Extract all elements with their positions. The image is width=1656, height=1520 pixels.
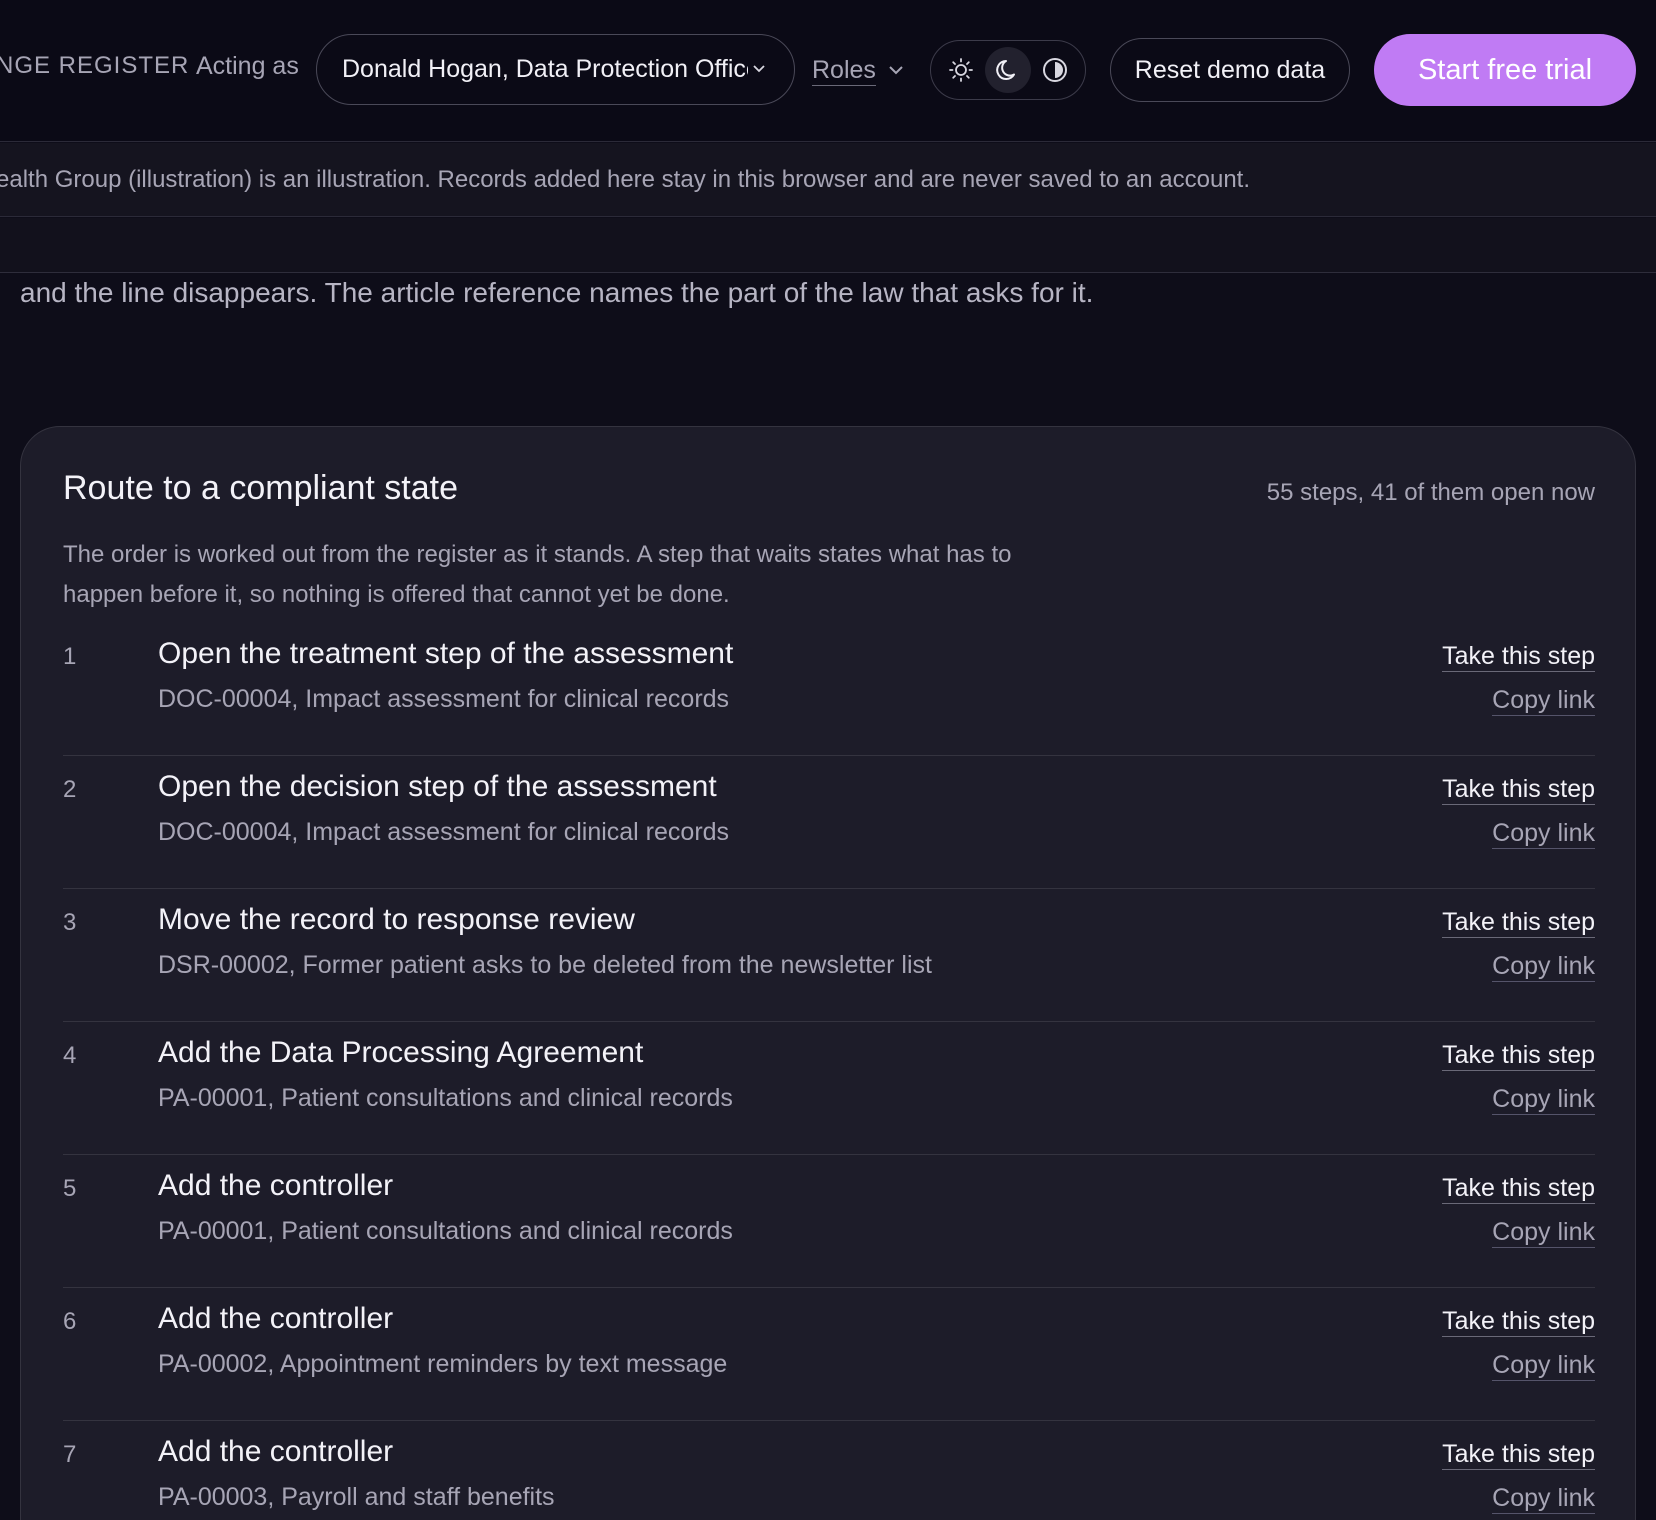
- take-step-link[interactable]: Take this step: [1442, 774, 1595, 805]
- sun-icon[interactable]: [938, 47, 984, 93]
- step-record: DOC-00004, Impact assessment for clinica…: [158, 818, 730, 846]
- take-step-link[interactable]: Take this step: [1442, 641, 1595, 672]
- top-bar: NGE REGISTER Acting as Donald Hogan, Dat…: [0, 0, 1656, 142]
- step-number: 6: [63, 1308, 77, 1335]
- reset-demo-button[interactable]: Reset demo data: [1110, 38, 1350, 102]
- acting-as-label: Acting as: [196, 52, 299, 80]
- take-step-link[interactable]: Take this step: [1442, 1306, 1595, 1337]
- step-record: DOC-00004, Impact assessment for clinica…: [158, 685, 730, 713]
- app-brand[interactable]: NGE REGISTER: [0, 52, 189, 80]
- start-trial-button[interactable]: Start free trial: [1374, 34, 1636, 106]
- take-step-link[interactable]: Take this step: [1442, 1040, 1595, 1071]
- step-number: 7: [63, 1441, 77, 1468]
- chevron-down-icon: [888, 60, 904, 80]
- step-number: 5: [63, 1175, 77, 1202]
- step-number: 3: [63, 909, 77, 936]
- roles-label: Roles: [812, 55, 876, 86]
- copy-link[interactable]: Copy link: [1492, 1483, 1595, 1514]
- list-item: 2 Open the decision step of the assessme…: [63, 756, 1595, 889]
- route-step-count: 55 steps, 41 of them open now: [1266, 479, 1595, 506]
- route-title: Route to a compliant state: [63, 469, 459, 507]
- list-item: 7 Add the controller PA-00003, Payroll a…: [63, 1421, 1595, 1520]
- take-step-link[interactable]: Take this step: [1442, 907, 1595, 938]
- list-item: 4 Add the Data Processing Agreement PA-0…: [63, 1022, 1595, 1155]
- intro-text: and the line disappears. The article ref…: [20, 277, 1094, 308]
- moon-icon[interactable]: [984, 47, 1031, 93]
- step-list: 1 Open the treatment step of the assessm…: [63, 623, 1595, 1520]
- list-item: 1 Open the treatment step of the assessm…: [63, 623, 1595, 756]
- step-title: Add the controller: [158, 1302, 394, 1335]
- list-item: 3 Move the record to response review DSR…: [63, 889, 1595, 1022]
- step-record: PA-00003, Payroll and staff benefits: [158, 1483, 555, 1511]
- route-card: Route to a compliant state 55 steps, 41 …: [20, 426, 1636, 1520]
- acting-user-value: Donald Hogan, Data Protection Officer: [342, 55, 748, 83]
- demo-notice: ealth Group (illustration) is an illustr…: [0, 143, 1656, 217]
- sub-nav: [0, 218, 1656, 273]
- step-record: PA-00001, Patient consultations and clin…: [158, 1084, 733, 1112]
- copy-link[interactable]: Copy link: [1492, 951, 1595, 982]
- copy-link[interactable]: Copy link: [1492, 1350, 1595, 1381]
- step-title: Add the controller: [158, 1169, 394, 1202]
- step-title: Move the record to response review: [158, 903, 635, 936]
- step-number: 1: [63, 643, 77, 670]
- chevron-down-icon: [752, 61, 766, 79]
- step-number: 2: [63, 776, 77, 803]
- step-record: PA-00002, Appointment reminders by text …: [158, 1350, 728, 1378]
- take-step-link[interactable]: Take this step: [1442, 1439, 1595, 1470]
- copy-link[interactable]: Copy link: [1492, 818, 1595, 849]
- acting-user-select[interactable]: Donald Hogan, Data Protection Officer: [316, 34, 795, 105]
- step-title: Add the Data Processing Agreement: [158, 1036, 644, 1069]
- step-title: Open the treatment step of the assessmen…: [158, 637, 734, 670]
- list-item: 6 Add the controller PA-00002, Appointme…: [63, 1288, 1595, 1421]
- theme-switcher: [930, 40, 1086, 100]
- step-title: Add the controller: [158, 1435, 394, 1468]
- copy-link[interactable]: Copy link: [1492, 1217, 1595, 1248]
- take-step-link[interactable]: Take this step: [1442, 1173, 1595, 1204]
- step-record: DSR-00002, Former patient asks to be del…: [158, 951, 932, 979]
- route-description: The order is worked out from the registe…: [63, 541, 1012, 608]
- roles-dropdown[interactable]: Roles: [812, 52, 904, 88]
- demo-notice-text: ealth Group (illustration) is an illustr…: [0, 165, 1250, 193]
- step-record: PA-00001, Patient consultations and clin…: [158, 1217, 733, 1245]
- copy-link[interactable]: Copy link: [1492, 685, 1595, 716]
- contrast-icon[interactable]: [1032, 47, 1078, 93]
- copy-link[interactable]: Copy link: [1492, 1084, 1595, 1115]
- step-number: 4: [63, 1042, 77, 1069]
- step-title: Open the decision step of the assessment: [158, 770, 717, 803]
- list-item: 5 Add the controller PA-00001, Patient c…: [63, 1155, 1595, 1288]
